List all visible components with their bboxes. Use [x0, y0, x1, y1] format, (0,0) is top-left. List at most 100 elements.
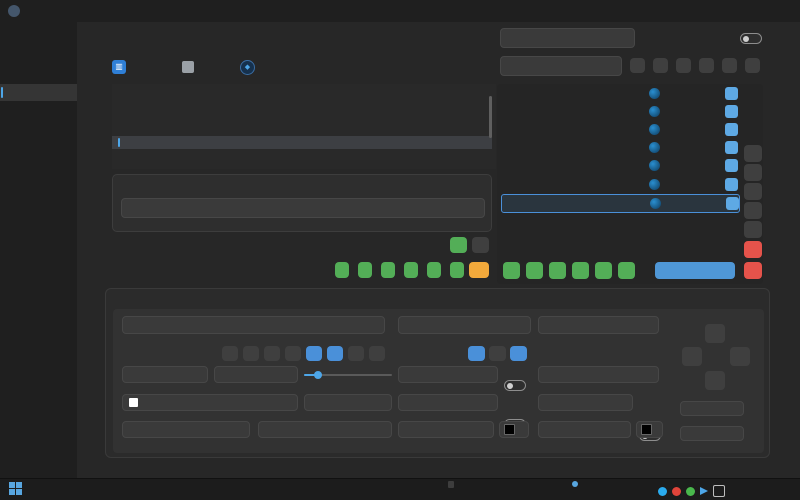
add-bar-button[interactable] — [572, 262, 589, 279]
modifier-stepper[interactable] — [538, 366, 659, 383]
display-value-button-active[interactable] — [468, 346, 485, 361]
tray-green-app-icon[interactable] — [686, 487, 695, 496]
panel-tool-button[interactable] — [745, 58, 760, 73]
move-down-button[interactable] — [744, 183, 762, 200]
search-input[interactable] — [500, 56, 622, 76]
taskbar-app-firefox[interactable] — [52, 481, 67, 496]
threshold1-stepper[interactable] — [398, 421, 494, 438]
nudge-right-button[interactable] — [730, 347, 750, 366]
display-unit-button-active[interactable] — [510, 346, 527, 361]
strikethrough-button[interactable] — [243, 346, 259, 361]
list-item-artist[interactable] — [501, 121, 738, 138]
sidebar-item-plugins[interactable] — [0, 405, 77, 422]
nudge-down-button[interactable] — [705, 371, 725, 390]
tree-item-elapsed-time[interactable] — [112, 149, 492, 162]
uppercase-button[interactable] — [285, 346, 301, 361]
tab-hwinfo[interactable]: ▥ — [112, 58, 132, 76]
threshold-button[interactable] — [469, 262, 489, 278]
tree-item-artist[interactable] — [112, 123, 492, 136]
reset-button[interactable] — [744, 262, 762, 279]
add-image-button[interactable] — [358, 262, 372, 278]
sidebar-item-about[interactable] — [0, 462, 77, 479]
text-input[interactable] — [122, 316, 385, 334]
sidebar-item-settings[interactable] — [0, 443, 77, 460]
visible-checkbox[interactable] — [725, 141, 738, 154]
nudge-step-link[interactable] — [706, 347, 726, 366]
tree-item-spotify-root[interactable] — [112, 84, 492, 97]
list-item-cover-url[interactable] — [501, 85, 738, 102]
duplicate-button[interactable] — [744, 221, 762, 238]
taskbar-app-explorer[interactable] — [30, 481, 45, 496]
add-shape-button[interactable] — [450, 262, 464, 278]
sidebar-item-home[interactable] — [0, 46, 77, 63]
taskbar-app-spotify[interactable] — [96, 481, 111, 496]
taskbar-app-telegram[interactable] — [118, 481, 133, 496]
apply-button[interactable] — [450, 237, 467, 253]
font-style-select[interactable] — [258, 421, 392, 438]
list-item-current-track[interactable] — [501, 103, 738, 120]
add-text-button[interactable] — [503, 262, 520, 279]
nudge-left-button[interactable] — [682, 347, 702, 366]
profile-select[interactable] — [500, 28, 635, 48]
taskbar-app-purple[interactable] — [250, 481, 265, 496]
nudge-up-button[interactable] — [705, 324, 725, 343]
tree-item-spotify-child[interactable] — [112, 97, 492, 110]
spacing-button[interactable] — [348, 346, 364, 361]
delete-button[interactable] — [744, 241, 762, 258]
tray-red-app-icon[interactable] — [672, 487, 681, 496]
move-to-top-button[interactable] — [744, 145, 762, 162]
marquee-speed-slider[interactable] — [304, 366, 392, 383]
visible-checkbox[interactable] — [725, 123, 738, 136]
position-y-stepper[interactable] — [680, 426, 744, 441]
visible-checkbox[interactable] — [725, 178, 738, 191]
tree-item-album-selected[interactable] — [112, 136, 492, 149]
tray-arrow-app-icon[interactable] — [700, 487, 708, 495]
list-item-album[interactable] — [501, 139, 738, 156]
add-gauge-button[interactable] — [427, 262, 441, 278]
weather-widget[interactable] — [572, 480, 578, 489]
threshold2-color-picker[interactable] — [636, 421, 663, 438]
add-image-button[interactable] — [526, 262, 543, 279]
move-up-button[interactable] — [744, 164, 762, 181]
tray-telegram-icon[interactable] — [658, 487, 667, 496]
add-clock-button[interactable] — [549, 262, 566, 279]
visible-checkbox[interactable] — [726, 197, 739, 210]
taskbar-app-terminal[interactable] — [74, 481, 89, 496]
temps-widget[interactable] — [448, 480, 478, 489]
taskbar-app-red[interactable] — [162, 481, 177, 496]
divisor-toggle[interactable] — [504, 380, 526, 391]
tab-libre[interactable] — [182, 58, 200, 76]
taskbar-app-indigo[interactable] — [228, 481, 243, 496]
multiplier-stepper[interactable] — [398, 366, 498, 383]
align-center-button-active[interactable] — [306, 346, 322, 361]
history-tool-button[interactable] — [653, 58, 668, 73]
threshold1-color-picker[interactable] — [499, 421, 529, 438]
tab-plugins[interactable]: ◆ — [240, 58, 261, 76]
list-item-track-progress-selected[interactable] — [501, 194, 740, 213]
start-button[interactable] — [8, 481, 23, 496]
font-color-select[interactable] — [122, 394, 298, 411]
tree-item-current-track[interactable] — [112, 110, 492, 123]
font-size-stepper[interactable] — [304, 394, 392, 411]
add-text-button[interactable] — [335, 262, 349, 278]
sidebar-item-design-active[interactable] — [0, 84, 77, 101]
add-button[interactable] — [472, 237, 489, 253]
justify-button[interactable] — [369, 346, 385, 361]
ime-mode-icon[interactable] — [713, 485, 725, 497]
underline-button[interactable] — [222, 346, 238, 361]
taskbar-app-light[interactable] — [206, 481, 221, 496]
sidebar-item-profiles[interactable] — [0, 65, 77, 82]
add-gauge-button[interactable] — [595, 262, 612, 279]
sensor-input[interactable] — [398, 316, 531, 334]
tree-item-remaining-time[interactable] — [112, 162, 492, 169]
slider-knob[interactable] — [314, 371, 322, 379]
taskbar-app-notes[interactable] — [294, 481, 309, 496]
override-precision-input[interactable] — [398, 394, 498, 411]
reading-select[interactable] — [538, 316, 659, 334]
taskbar-app-infopanel-active[interactable] — [272, 481, 287, 496]
taskbar-app-blue[interactable] — [184, 481, 199, 496]
override-unit-input[interactable] — [538, 394, 633, 411]
sensor-id-input[interactable] — [121, 198, 485, 218]
edit-sensor-button[interactable] — [489, 346, 506, 361]
display-toggle[interactable] — [740, 33, 762, 44]
